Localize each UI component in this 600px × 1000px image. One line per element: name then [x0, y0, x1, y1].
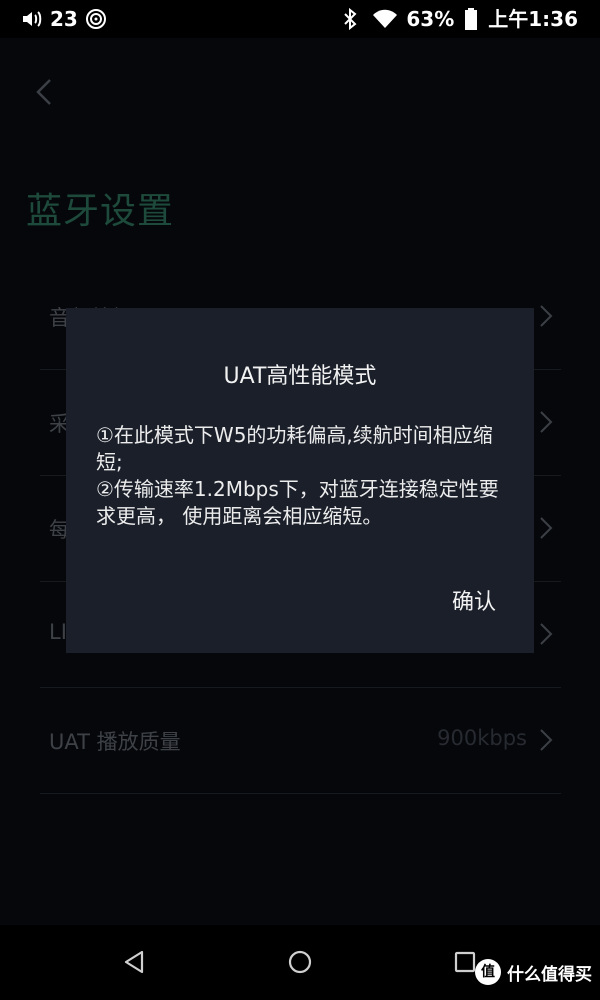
volume-level: 23 [50, 7, 78, 31]
chevron-right-icon [540, 729, 553, 751]
uat-mode-dialog: UAT高性能模式 ①在此模式下W5的功耗偏高,续航时间相应缩短; ②传输速率1.… [66, 308, 534, 653]
volume-icon [20, 7, 44, 31]
navigation-bar: 值 什么值得买 [0, 925, 600, 1000]
dialog-title: UAT高性能模式 [223, 364, 377, 389]
nav-back-button[interactable] [120, 947, 150, 977]
dialog-body-line: ②传输速率1.2Mbps下，对蓝牙连接稳定性要求更高， 使用距离会相应缩短。 [96, 477, 499, 528]
chevron-right-icon [540, 623, 553, 645]
chevron-right-icon [540, 517, 553, 539]
watermark: 值 什么值得买 [475, 959, 592, 985]
nav-home-icon [288, 950, 312, 974]
watermark-text: 什么值得买 [507, 964, 592, 985]
status-bar: 23 63% 上午1:36 [0, 0, 600, 38]
setting-label: UAT 播放质量 [49, 730, 181, 754]
setting-value: 900kbps [437, 726, 527, 750]
watermark-logo: 值 [475, 959, 501, 985]
back-button[interactable] [30, 74, 60, 110]
status-time: 上午1:36 [488, 7, 578, 31]
dialog-body: ①在此模式下W5的功耗偏高,续航时间相应缩短; ②传输速率1.2Mbps下，对蓝… [96, 422, 516, 530]
setting-row-uat-quality[interactable]: UAT 播放质量 900kbps [40, 688, 561, 794]
confirm-button[interactable]: 确认 [452, 584, 496, 616]
setting-label: LI [49, 620, 67, 644]
chevron-right-icon [540, 305, 553, 327]
nav-back-icon [124, 950, 144, 974]
chevron-left-icon [36, 79, 51, 105]
dialog-body-line: ①在此模式下W5的功耗偏高,续航时间相应缩短; [96, 423, 493, 474]
battery-percent: 63% [406, 7, 455, 31]
wifi-icon [372, 7, 398, 31]
hires-audio-icon [84, 7, 108, 31]
battery-icon [464, 7, 478, 31]
nav-home-button[interactable] [285, 947, 315, 977]
chevron-right-icon [540, 411, 553, 433]
page-title: 蓝牙设置 [26, 191, 175, 232]
bluetooth-icon [338, 7, 362, 31]
